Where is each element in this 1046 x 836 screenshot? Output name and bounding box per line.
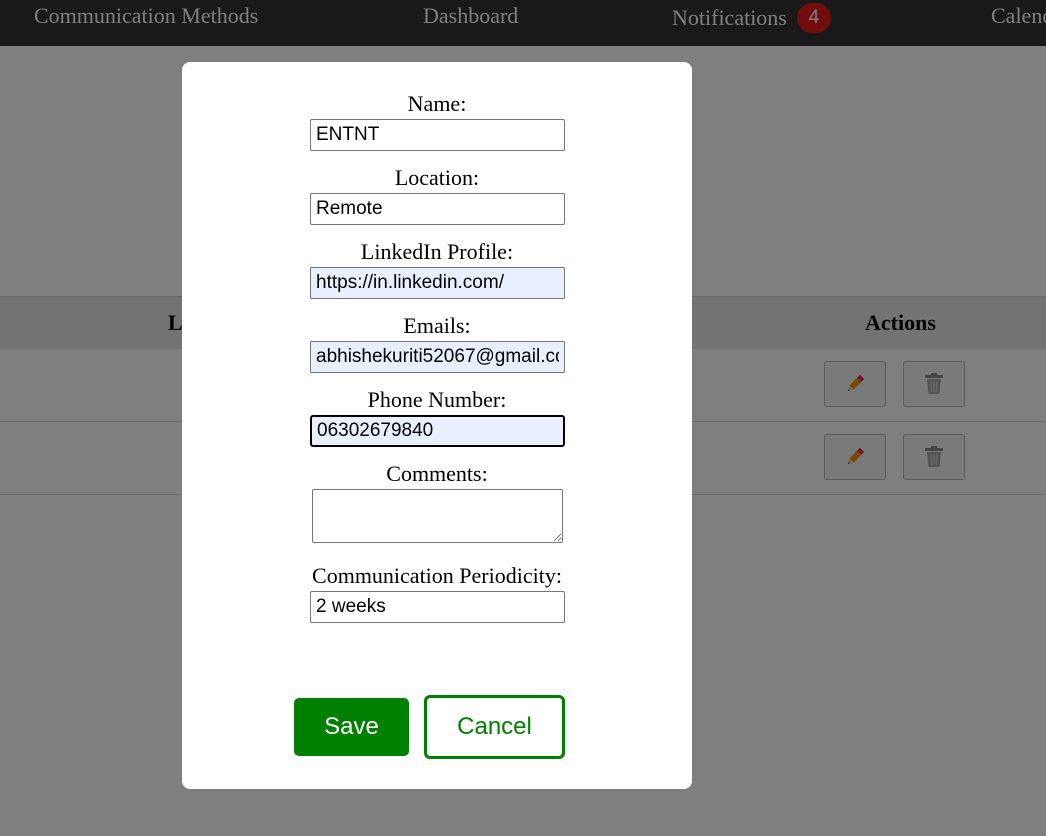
nav-dashboard[interactable]: Dashboard [423, 3, 518, 29]
emails-input[interactable] [310, 341, 565, 373]
periodicity-input[interactable] [310, 591, 565, 623]
save-button[interactable]: Save [294, 698, 409, 756]
notification-count-badge: 4 [796, 3, 831, 33]
nav-calendar[interactable]: Calendar [991, 3, 1046, 29]
edit-company-modal: Name: Location: LinkedIn Profile: Emails… [182, 62, 692, 789]
nav-notifications[interactable]: Notifications 4 [672, 3, 831, 33]
location-input[interactable] [310, 193, 565, 225]
phone-input[interactable] [310, 415, 565, 447]
name-label: Name: [407, 91, 467, 116]
comments-label: Comments: [386, 461, 488, 486]
comments-textarea[interactable] [312, 489, 563, 543]
nav-notifications-label: Notifications [672, 5, 787, 30]
linkedin-label: LinkedIn Profile: [360, 239, 514, 264]
top-navbar: Communication Methods Dashboard Notifica… [0, 0, 1046, 46]
phone-label: Phone Number: [367, 387, 507, 412]
periodicity-label: Communication Periodicity: [312, 563, 562, 588]
nav-communication-methods[interactable]: Communication Methods [34, 3, 258, 29]
emails-label: Emails: [403, 313, 471, 338]
linkedin-input[interactable] [310, 267, 565, 299]
name-input[interactable] [310, 119, 565, 151]
location-label: Location: [394, 165, 480, 190]
cancel-button[interactable]: Cancel [424, 695, 565, 759]
